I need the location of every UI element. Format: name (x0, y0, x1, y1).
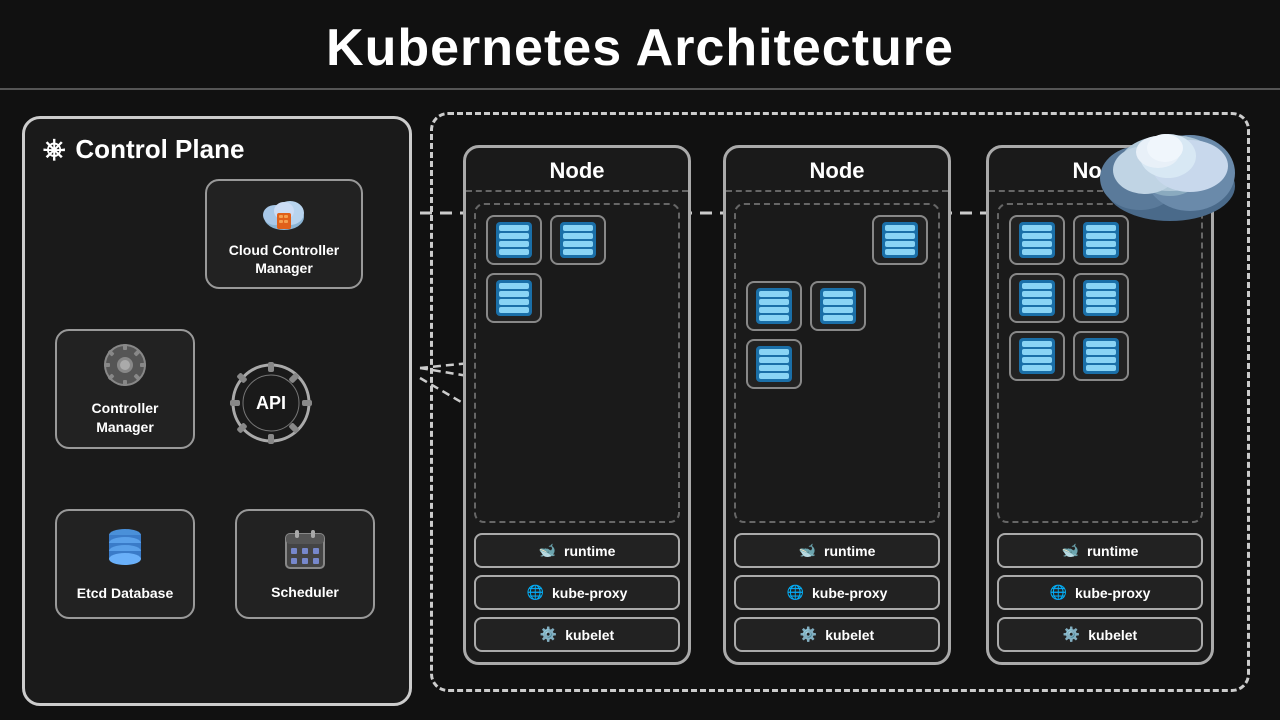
pod (1073, 273, 1129, 323)
runtime-service: 🐋 runtime (997, 533, 1203, 568)
api-server-circle: API (229, 361, 313, 450)
kubelet-service: ⚙️ kubelet (734, 617, 940, 652)
node-2-title: Node (726, 148, 948, 192)
kubeproxy-service: 🌐 kube-proxy (474, 575, 680, 610)
pod (872, 215, 928, 265)
runtime-service: 🐋 runtime (734, 533, 940, 568)
kubeproxy-service: 🌐 kube-proxy (997, 575, 1203, 610)
etcd-box: Etcd Database (55, 509, 195, 619)
cm-icon (102, 342, 148, 393)
node-1-pod-grid (474, 203, 680, 523)
pod (1073, 331, 1129, 381)
node-1: Node 🐋 runtime 🌐 (463, 145, 691, 665)
page-title: Kubernetes Architecture (0, 18, 1280, 78)
pod (486, 215, 542, 265)
docker-icon: 🐋 (799, 542, 816, 559)
node-2-services: 🐋 runtime 🌐 kube-proxy ⚙️ kubelet (734, 533, 940, 652)
node-2-pod-grid (734, 203, 940, 523)
kubelet-icon: ⚙️ (1063, 626, 1080, 643)
pod (746, 281, 802, 331)
kubelet-icon: ⚙️ (800, 626, 817, 643)
header: Kubernetes Architecture (0, 0, 1280, 90)
pod (810, 281, 866, 331)
proxy-icon: 🌐 (787, 584, 804, 601)
runtime-service: 🐋 runtime (474, 533, 680, 568)
control-plane-label: ⎈ Control Plane (43, 133, 244, 166)
pod (1009, 215, 1065, 265)
helm-icon: ⎈ (43, 133, 65, 166)
kubelet-service: ⚙️ kubelet (474, 617, 680, 652)
kubeproxy-service: 🌐 kube-proxy (734, 575, 940, 610)
controller-manager-box: ControllerManager (55, 329, 195, 449)
ccm-icon (257, 191, 311, 235)
cm-label: ControllerManager (92, 399, 159, 435)
node-1-services: 🐋 runtime 🌐 kube-proxy ⚙️ kubelet (474, 533, 680, 652)
docker-icon: 🐋 (1062, 542, 1079, 559)
scheduler-box: Scheduler (235, 509, 375, 619)
svg-text:API: API (256, 393, 286, 413)
cloud-controller-manager-box: Cloud ControllerManager (205, 179, 363, 289)
scheduler-label: Scheduler (271, 583, 339, 601)
diagram: ⎈ Control Plane Cloud (0, 98, 1280, 708)
etcd-icon (101, 525, 149, 578)
kubelet-icon: ⚙️ (540, 626, 557, 643)
kubelet-service: ⚙️ kubelet (997, 617, 1203, 652)
node-2: Node 🐋 runtime (723, 145, 951, 665)
pod (486, 273, 542, 323)
node-1-title: Node (466, 148, 688, 192)
pod (746, 339, 802, 389)
pod (1009, 273, 1065, 323)
etcd-label: Etcd Database (77, 584, 173, 602)
node-3-pod-grid (997, 203, 1203, 523)
node-3-services: 🐋 runtime 🌐 kube-proxy ⚙️ kubelet (997, 533, 1203, 652)
proxy-icon: 🌐 (527, 584, 544, 601)
cloud-container (1090, 108, 1250, 228)
docker-icon: 🐋 (539, 542, 556, 559)
pod (1009, 331, 1065, 381)
pod (550, 215, 606, 265)
control-plane-box: ⎈ Control Plane Cloud (22, 116, 412, 706)
scheduler-icon (282, 526, 328, 577)
ccm-label: Cloud ControllerManager (229, 241, 339, 277)
proxy-icon: 🌐 (1050, 584, 1067, 601)
